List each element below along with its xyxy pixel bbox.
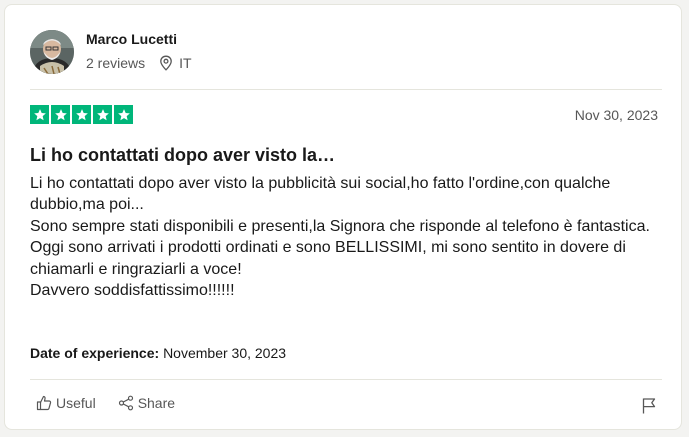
review-date: Nov 30, 2023 xyxy=(574,107,658,123)
review-body-line: Li ho contattati dopo aver visto la pubb… xyxy=(30,175,611,214)
review-body-line: Sono sempre stati disponibili e presenti… xyxy=(30,217,650,235)
review-body: Li ho contattati dopo aver visto la pubb… xyxy=(30,173,670,301)
star-icon xyxy=(114,105,133,124)
review-card: Marco Lucetti 2 reviews IT Nov 30, 2023 … xyxy=(4,4,682,430)
flag-button[interactable] xyxy=(641,397,657,415)
star-icon xyxy=(30,105,49,124)
review-body-line: Oggi sono arrivati i prodotti ordinati e… xyxy=(30,239,626,278)
experience-date: November 30, 2023 xyxy=(163,345,287,361)
star-rating xyxy=(30,105,133,124)
reviewer-info: Marco Lucetti 2 reviews IT xyxy=(86,30,192,72)
reviewer-country: IT xyxy=(179,55,192,71)
avatar-photo xyxy=(30,30,74,74)
review-title[interactable]: Li ho contattati dopo aver visto la… xyxy=(30,143,335,167)
reviewer-meta: 2 reviews IT xyxy=(86,54,192,72)
useful-button[interactable]: Useful xyxy=(36,395,96,411)
share-label: Share xyxy=(137,395,176,411)
useful-label: Useful xyxy=(56,395,96,411)
thumbs-up-icon xyxy=(36,395,52,411)
location-pin-icon xyxy=(159,55,173,71)
date-of-experience: Date of experience: November 30, 2023 xyxy=(30,345,286,361)
header-divider xyxy=(30,89,662,90)
review-count: 2 reviews xyxy=(86,55,146,71)
avatar[interactable] xyxy=(30,30,74,74)
reviewer-header: Marco Lucetti 2 reviews IT xyxy=(30,27,192,77)
star-icon xyxy=(93,105,112,124)
reviewer-name[interactable]: Marco Lucetti xyxy=(86,30,192,48)
review-body-line: Davvero soddisfattissimo!!!!!! xyxy=(30,282,235,300)
footer-divider xyxy=(30,379,662,380)
experience-label: Date of experience: xyxy=(30,345,160,361)
star-icon xyxy=(72,105,91,124)
star-icon xyxy=(51,105,70,124)
review-actions: Useful Share xyxy=(36,395,175,411)
flag-icon xyxy=(642,398,656,414)
share-icon xyxy=(118,395,133,411)
share-button[interactable]: Share xyxy=(118,395,175,411)
